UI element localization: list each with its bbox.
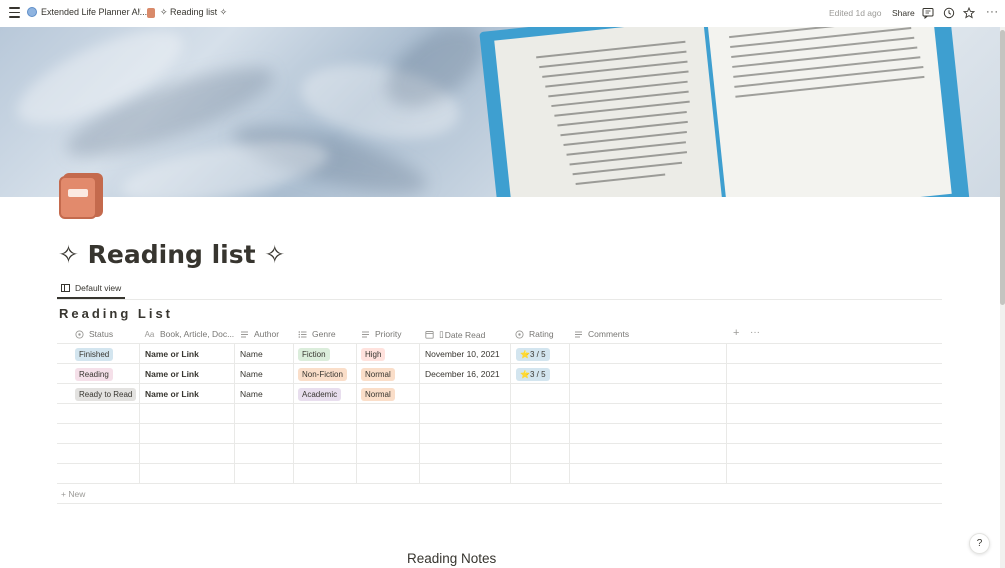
tab-divider [57, 299, 942, 300]
clock-icon[interactable] [943, 7, 955, 19]
column-divider [293, 344, 294, 484]
empty-table-row[interactable] [57, 404, 942, 424]
empty-table-row[interactable] [57, 464, 942, 484]
breadcrumb-workspace[interactable]: Extended Life Planner Al... [27, 7, 147, 17]
breadcrumb-page-label: ✧ Reading list ✧ [160, 7, 228, 17]
empty-table-row[interactable] [57, 444, 942, 464]
share-button[interactable]: Share [892, 8, 915, 18]
author-cell[interactable]: Name [240, 384, 263, 404]
genre-tag[interactable]: Fiction [298, 347, 330, 361]
column-label-prefix: ▯ [439, 329, 444, 339]
table-view-icon [61, 284, 70, 292]
reading-notes-heading[interactable]: Reading Notes [407, 551, 496, 566]
scrollbar-thumb[interactable] [1000, 30, 1005, 305]
genre-tag[interactable]: Non-Fiction [298, 367, 347, 381]
table-row[interactable]: Ready to Read Name or Link Name Academic… [57, 384, 942, 404]
cover-image [0, 27, 1000, 197]
column-label: Genre [312, 329, 336, 339]
column-header-comments[interactable]: Comments [574, 329, 629, 339]
calendar-icon [425, 331, 434, 339]
top-bar: Extended Life Planner Al... / ✧ Reading … [0, 0, 1005, 27]
globe-icon [27, 7, 37, 17]
help-button[interactable]: ? [969, 533, 990, 554]
status-tag[interactable]: Finished [75, 347, 114, 361]
column-header-status[interactable]: Status [75, 329, 113, 339]
column-header-priority[interactable]: Priority [361, 329, 401, 339]
text-icon: Aa [144, 329, 155, 339]
book-cell[interactable]: Name or Link [145, 364, 199, 384]
status-icon [75, 329, 84, 339]
column-divider [234, 344, 235, 484]
tab-default-view[interactable]: Default view [61, 283, 121, 293]
column-divider [726, 344, 727, 484]
column-header-author[interactable]: Author [240, 329, 279, 339]
reading-list-table: Status Aa Book, Article, Doc... Author G… [57, 324, 942, 504]
star-icon[interactable] [963, 7, 975, 19]
breadcrumb-separator: / [138, 7, 141, 17]
tab-default-view-label: Default view [75, 283, 122, 293]
lines-icon [575, 331, 582, 337]
column-label: Priority [375, 329, 402, 339]
column-header-date-read[interactable]: ▯ Date Read [425, 329, 485, 340]
priority-tag[interactable]: Normal [361, 367, 395, 381]
column-divider [419, 344, 420, 484]
column-header-book[interactable]: Aa Book, Article, Doc... [144, 329, 235, 339]
column-label: Comments [588, 329, 630, 339]
list-icon [298, 330, 307, 338]
column-header-rating[interactable]: Rating [515, 329, 554, 339]
column-label: Date Read [444, 329, 486, 340]
priority-tag[interactable]: Normal [361, 387, 395, 401]
author-cell[interactable]: Name [240, 364, 263, 384]
rating-tag[interactable]: ⭐3 / 5 [516, 367, 550, 381]
rating-tag[interactable]: ⭐3 / 5 [516, 347, 550, 361]
book-cell[interactable]: Name or Link [145, 384, 199, 404]
book-icon [147, 7, 155, 18]
edited-timestamp: Edited 1d ago [829, 8, 882, 18]
column-options-button[interactable]: ··· [750, 327, 760, 338]
column-label: Rating [529, 329, 554, 339]
priority-tag[interactable]: High [361, 347, 386, 361]
lines-icon [241, 331, 248, 337]
column-label: Author [254, 329, 280, 339]
page-book-icon[interactable] [59, 173, 104, 219]
sidebar-menu-icon[interactable] [9, 7, 20, 18]
table-header: Status Aa Book, Article, Doc... Author G… [57, 324, 942, 344]
date-cell[interactable]: November 10, 2021 [425, 344, 500, 364]
status-tag[interactable]: Reading [75, 367, 113, 381]
column-label: Book, Article, Doc... [160, 329, 235, 339]
page-title[interactable]: ✧ Reading list ✧ [58, 240, 285, 269]
breadcrumb-page[interactable]: ✧ Reading list ✧ [147, 7, 227, 18]
genre-tag[interactable]: Academic [298, 387, 342, 401]
table-row[interactable]: Finished Name or Link Name Fiction High … [57, 344, 942, 364]
database-title[interactable]: Reading List [59, 306, 173, 321]
empty-table-row[interactable] [57, 424, 942, 444]
new-row-button[interactable]: + New [57, 484, 942, 504]
column-label: Status [89, 329, 114, 339]
new-row-label: + New [61, 489, 86, 499]
breadcrumb-workspace-label: Extended Life Planner Al... [41, 7, 148, 17]
book-cell[interactable]: Name or Link [145, 344, 199, 364]
column-header-genre[interactable]: Genre [298, 329, 336, 339]
column-divider [356, 344, 357, 484]
column-divider [569, 344, 570, 484]
comment-icon[interactable] [922, 7, 934, 19]
date-cell[interactable]: December 16, 2021 [425, 364, 500, 384]
table-row[interactable]: Reading Name or Link Name Non-Fiction No… [57, 364, 942, 384]
lines-icon [362, 331, 369, 337]
column-divider [139, 344, 140, 484]
status-tag[interactable]: Ready to Read [75, 387, 137, 401]
add-column-button[interactable]: + [733, 327, 739, 339]
status-icon [515, 329, 524, 339]
author-cell[interactable]: Name [240, 344, 263, 364]
more-icon[interactable]: ··· [986, 6, 998, 18]
column-divider [510, 344, 511, 484]
